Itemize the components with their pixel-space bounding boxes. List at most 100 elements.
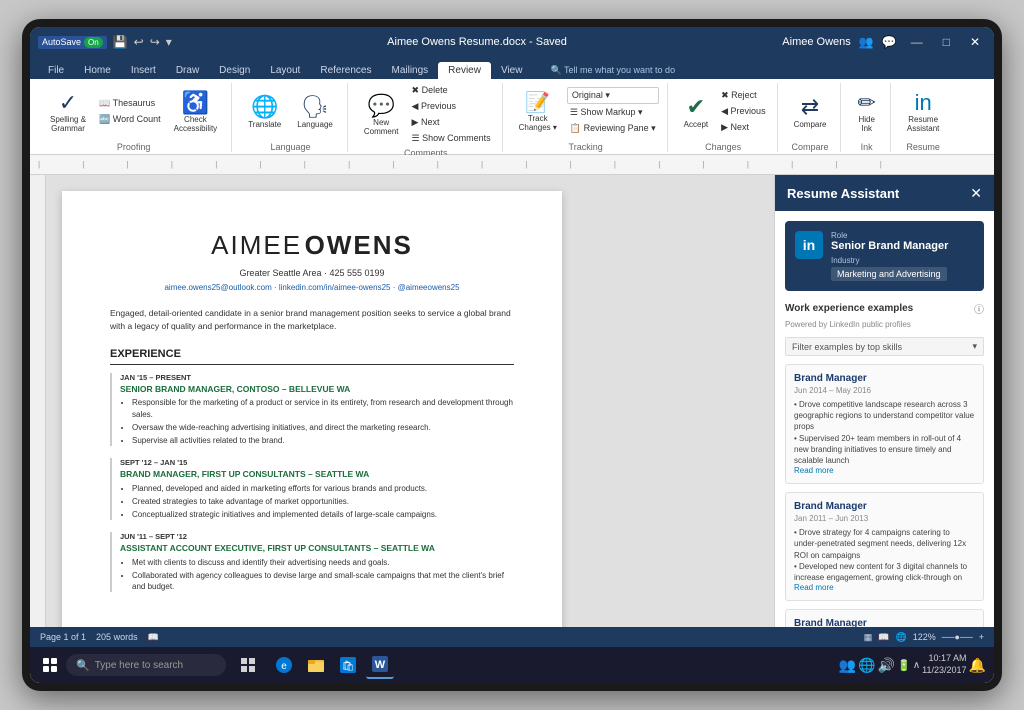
show-comments-button[interactable]: ☰ Show Comments [409,131,494,146]
tab-mailings[interactable]: Mailings [381,62,438,79]
list-item: Responsible for the marketing of a produ… [132,397,514,419]
show-markup-button[interactable]: ☰ Show Markup ▾ [567,105,659,120]
taskbar-people-icon[interactable]: 👥 [839,657,856,674]
work-examples-header: Work experience examples ⓘ [785,301,984,316]
word-count-button[interactable]: 🔤 Word Count [96,112,164,127]
tab-layout[interactable]: Layout [260,62,310,79]
tab-review[interactable]: Review [438,62,491,79]
view-web-icon[interactable]: 🌐 [896,632,907,643]
ribbon-group-tracking: 📝 TrackChanges ▾ Original ▾ ☰ Show Marku… [505,83,668,152]
ruler-bar: | | | | | | | | | | | | | | | | | | | | [30,155,994,175]
taskbar-word[interactable]: W [366,651,394,679]
tab-references[interactable]: References [310,62,381,79]
zoom-slider[interactable]: ──●── [942,632,973,642]
example-1-read-more[interactable]: Read more [794,466,975,475]
taskbar-store[interactable]: 🛍 [334,651,362,679]
tab-tell-me[interactable]: 🔍 Tell me what you want to do [540,62,685,79]
example-2-read-more[interactable]: Read more [794,583,975,592]
close-button[interactable]: ✕ [964,35,986,49]
linkedin-info: Role Senior Brand Manager Industry Marke… [831,231,948,281]
panel-body[interactable]: in Role Senior Brand Manager Industry Ma… [775,211,994,627]
taskbar-chevron-icon[interactable]: ∧ [913,660,920,671]
tab-design[interactable]: Design [209,62,260,79]
undo-icon[interactable]: ↩ [134,35,144,49]
autosave-toggle[interactable]: On [84,37,103,48]
document-page[interactable]: AIMEE OWENS Greater Seattle Area · 425 5… [62,191,562,627]
compare-button[interactable]: ⇄ Compare [788,92,833,131]
job-1-title: SENIOR BRAND MANAGER, CONTOSO – BELLEVUE… [120,384,514,396]
share-icon[interactable]: 👥 [859,35,874,49]
accept-button[interactable]: ✔ Accept [678,92,714,131]
view-read-icon[interactable]: 📖 [878,632,889,643]
tab-view[interactable]: View [491,62,533,79]
search-icon: 🔍 [76,659,90,672]
tab-home[interactable]: Home [74,62,121,79]
doc-summary: Engaged, detail-oriented candidate in a … [110,307,514,333]
language-button[interactable]: 🗣 Language [291,92,339,131]
clock-time: 10:17 AM [922,653,966,665]
taskbar-volume-icon[interactable]: 🔊 [878,657,895,674]
job-3-date: Jun '11 – Sept '12 [120,532,514,543]
thesaurus-button[interactable]: 📖 Thesaurus [96,96,164,111]
taskbar-file-explorer[interactable] [302,651,330,679]
next-comment-button[interactable]: ▶ Next [409,115,494,130]
powered-by: Powered by LinkedIn public profiles [785,320,984,329]
spelling-grammar-button[interactable]: ✓ Spelling &Grammar [44,88,92,136]
taskbar-battery-icon[interactable]: 🔋 [897,659,911,672]
minimize-button[interactable]: — [905,35,929,49]
taskbar-edge[interactable]: e [270,651,298,679]
reviewing-pane-button[interactable]: 📋 Reviewing Pane ▾ [567,121,659,136]
status-bar: Page 1 of 1 205 words 📖 ▦ 📖 🌐 122% ──●──… [30,627,994,647]
example-1-title: Brand Manager [794,373,975,384]
tab-file[interactable]: File [38,62,74,79]
taskbar-network-icon[interactable]: 🌐 [858,657,875,674]
title-bar-left: AutoSave On 💾 ↩ ↪ ▾ [38,35,172,49]
job-1-date: Jan '15 – Present [120,373,514,384]
filter-bar[interactable]: Filter examples by top skills ▾ [785,337,984,356]
proofing-icon[interactable]: 📖 [148,632,159,643]
redo-icon[interactable]: ↪ [150,35,160,49]
delete-comment-button[interactable]: ✖ Delete [409,83,494,98]
compare-label: Compare [788,140,833,152]
save-icon[interactable]: 💾 [113,35,128,49]
industry-value: Marketing and Advertising [831,267,947,281]
previous-change-button[interactable]: ◀ Previous [718,104,768,119]
industry-label: Industry [831,256,948,265]
doc-scroll[interactable]: AIMEE OWENS Greater Seattle Area · 425 5… [46,175,774,627]
resume-assistant-button[interactable]: in ResumeAssistant [901,88,945,136]
job-2-title: BRAND MANAGER, FIRST UP CONSULTANTS – SE… [120,469,514,481]
next-change-button[interactable]: ▶ Next [718,120,768,135]
status-right: ▦ 📖 🌐 122% ──●── + [864,632,984,643]
markup-dropdown[interactable]: Original ▾ [567,87,659,104]
maximize-button[interactable]: □ [937,35,956,49]
left-ruler [30,175,46,627]
task-view-button[interactable] [234,651,262,679]
check-accessibility-button[interactable]: ♿ CheckAccessibility [168,88,224,136]
svg-text:W: W [375,659,386,671]
hide-ink-button[interactable]: ✏ HideInk [851,88,881,136]
autosave-badge: AutoSave On [38,36,107,49]
view-layout-icon[interactable]: ▦ [864,632,873,643]
reject-button[interactable]: ✖ Reject [718,88,768,103]
zoom-in-icon[interactable]: + [979,632,984,642]
new-comment-button[interactable]: 💬 NewComment [358,91,405,139]
window-title: Aimee Owens Resume.docx - Saved [172,36,782,48]
resume-name: AIMEE OWENS [110,227,514,263]
notification-icon[interactable]: 🔔 [969,657,986,674]
prev-comment-button[interactable]: ◀ Previous [409,99,494,114]
list-item: Conceptualized strategic initiatives and… [132,509,514,520]
page-count: Page 1 of 1 [40,632,86,642]
taskbar-search[interactable]: 🔍 Type here to search [66,654,226,676]
system-clock: 10:17 AM 11/23/2017 [922,653,966,676]
tab-insert[interactable]: Insert [121,62,166,79]
info-icon[interactable]: ⓘ [974,301,984,316]
panel-close-button[interactable]: ✕ [970,185,982,202]
start-button[interactable] [38,653,62,677]
role-label: Role [831,231,948,240]
translate-button[interactable]: 🌐 Translate [242,92,287,131]
comment-icon[interactable]: 💬 [882,35,897,49]
tab-draw[interactable]: Draw [166,62,209,79]
list-item: Created strategies to take advantage of … [132,496,514,507]
track-changes-button[interactable]: 📝 TrackChanges ▾ [513,88,563,135]
resume-assistant-panel: Resume Assistant ✕ in Role Senior Brand … [774,175,994,627]
